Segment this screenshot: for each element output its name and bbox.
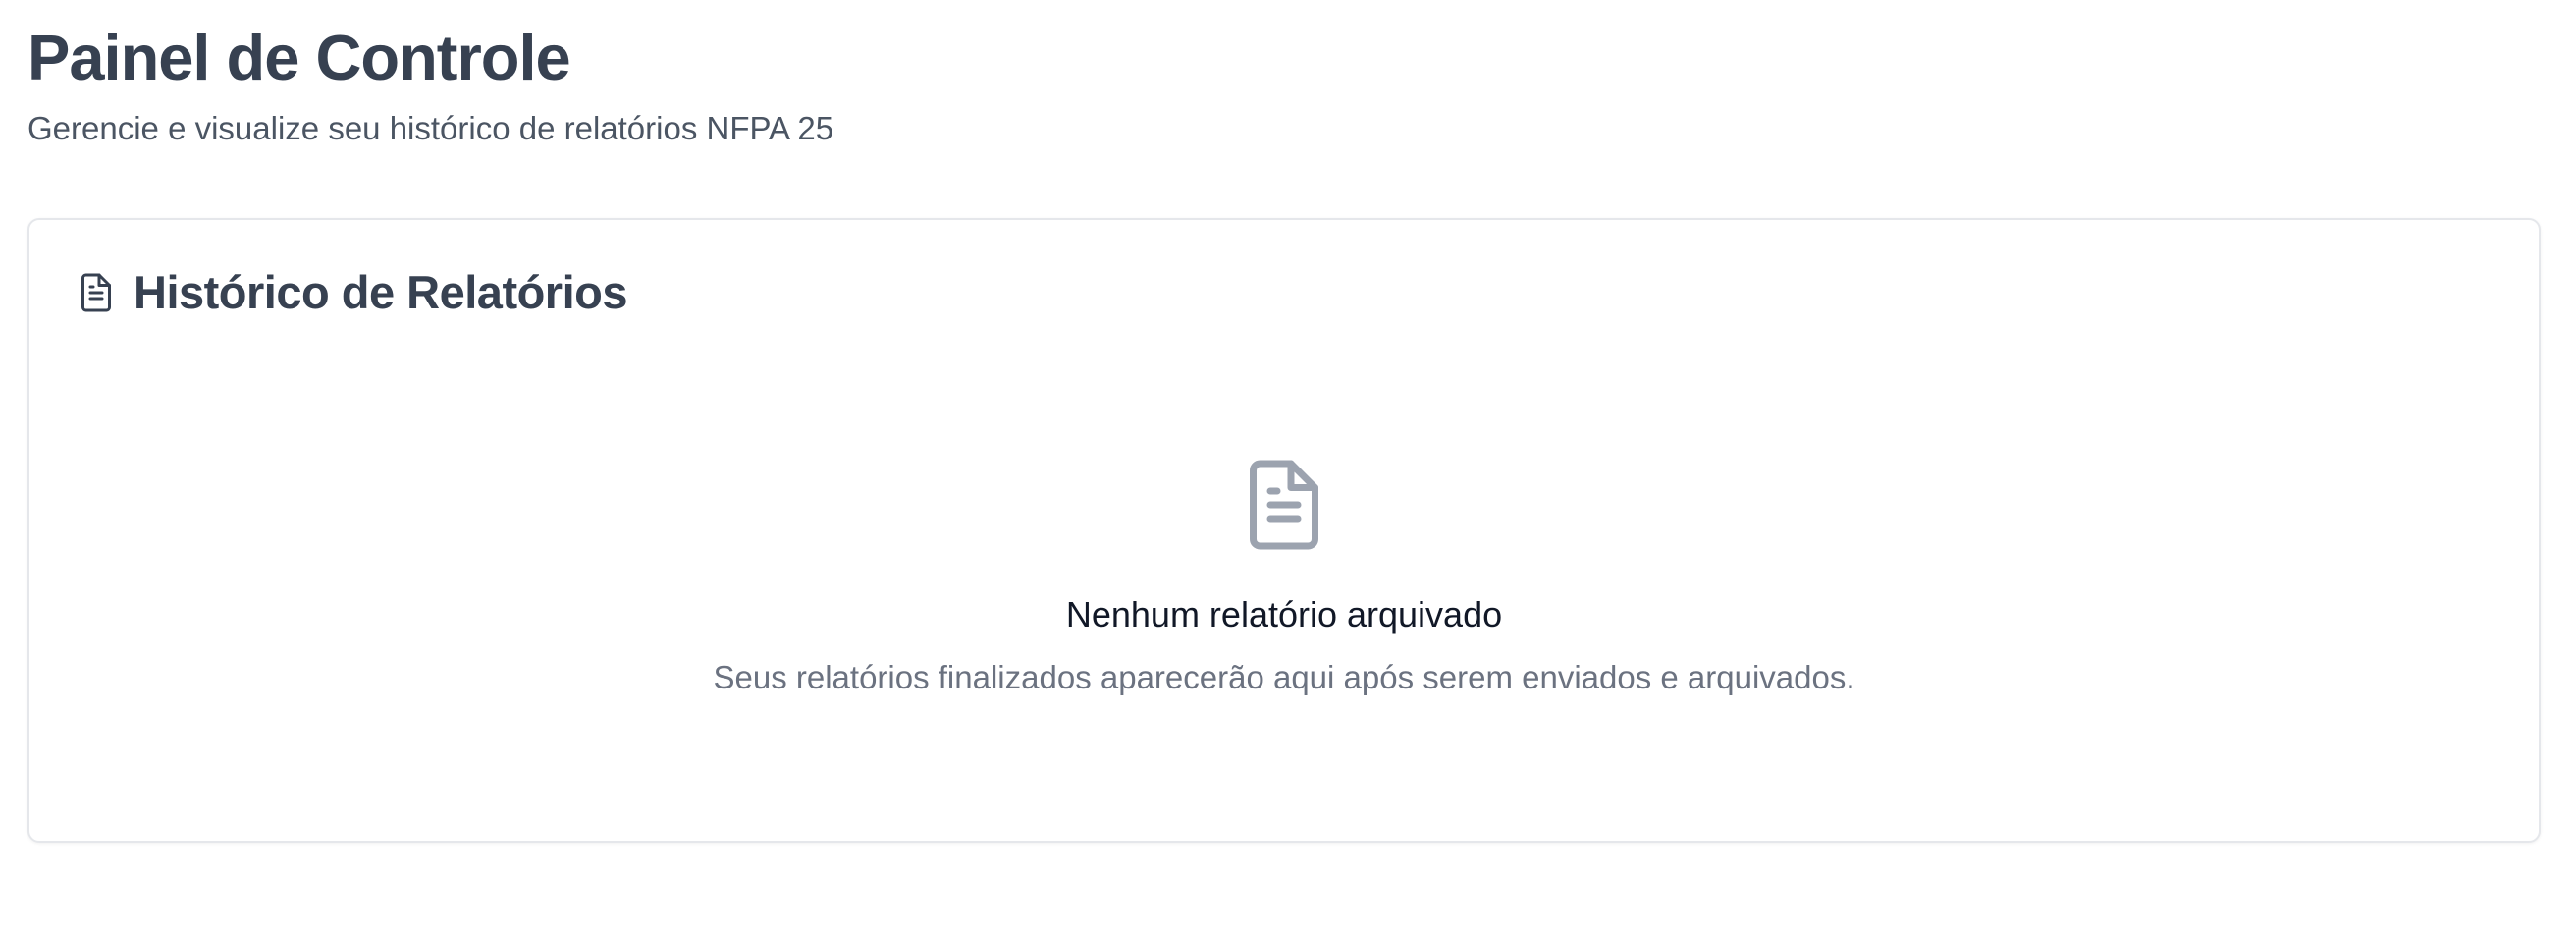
file-text-icon xyxy=(79,271,114,314)
empty-state: Nenhum relatório arquivado Seus relatóri… xyxy=(29,456,2539,699)
file-text-icon xyxy=(1243,456,1325,554)
dashboard-page: Painel de Controle Gerencie e visualize … xyxy=(0,0,2576,935)
page-subtitle: Gerencie e visualize seu histórico de re… xyxy=(27,110,834,146)
page-title: Painel de Controle xyxy=(27,22,571,93)
empty-state-title: Nenhum relatório arquivado xyxy=(1065,594,1503,634)
card-title: Histórico de Relatórios xyxy=(134,266,628,318)
reports-history-card: Histórico de Relatórios Nenhum relatório… xyxy=(27,218,2541,843)
empty-state-description: Seus relatórios finalizados aparecerão a… xyxy=(713,659,1855,695)
card-header: Histórico de Relatórios xyxy=(79,263,628,322)
